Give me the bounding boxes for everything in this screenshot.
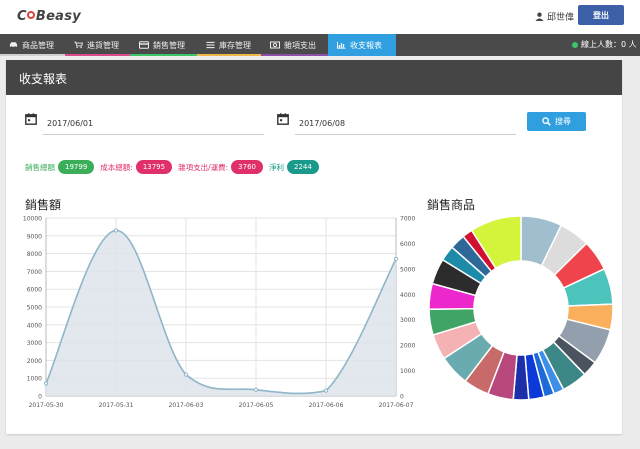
sales-point: [323, 388, 329, 393]
nav-item-sales[interactable]: 銷售管理: [130, 34, 197, 56]
page-title: 收支報表: [6, 60, 622, 95]
x-tick-label: 2017-05-30: [29, 402, 64, 409]
y-tick-label-right: 6000: [400, 241, 415, 248]
nav-item-expenses[interactable]: 雜項支出: [261, 34, 328, 56]
nav-label: 銷售管理: [153, 40, 185, 50]
nav-label: 雜項支出: [284, 40, 316, 50]
stats-bar: 銷售總額 19799 成本總額: 13795 雜項支出/運費: 3760 淨利 …: [25, 160, 325, 174]
total-cost-badge: 13795: [135, 160, 173, 174]
main-nav: 商品管理 進貨管理 銷售管理 庫存管理 雜項支出 收支報表: [0, 34, 640, 56]
sales-point: [43, 381, 49, 386]
card-icon: [139, 41, 149, 49]
products-donut-chart: [428, 215, 614, 401]
sales-point: [113, 228, 119, 233]
sales-area-fill: [46, 230, 396, 396]
y-tick-label-left: 0: [38, 394, 42, 401]
car-icon: [9, 42, 18, 49]
user-menu[interactable]: 邱世偉: [535, 10, 574, 23]
y-tick-label-left: 1000: [27, 376, 42, 383]
nav-label: 商品管理: [22, 40, 54, 50]
y-tick-label-right: 1000: [400, 368, 415, 375]
logout-button[interactable]: 登出: [578, 5, 624, 25]
x-tick-label: 2017-06-06: [309, 402, 344, 409]
y-tick-label-right: 3000: [400, 317, 415, 324]
x-tick-label: 2017-06-07: [379, 402, 414, 409]
search-icon: [542, 117, 551, 126]
x-tick-label: 2017-06-05: [239, 402, 274, 409]
net-profit-label: 淨利: [268, 162, 284, 172]
y-tick-label-right: 7000: [400, 216, 415, 223]
nav-label: 庫存管理: [219, 40, 251, 50]
y-tick-label-right: 4000: [400, 292, 415, 299]
total-sales-badge: 19799: [58, 160, 95, 174]
app-logo[interactable]: C Beasy: [17, 9, 81, 24]
x-tick-label: 2017-06-03: [169, 402, 204, 409]
sales-area-chart: 0 1000 2000 3000 4000 5000 6000 7000 8000 9000 100…: [23, 216, 416, 410]
y-tick-label-left: 5000: [27, 305, 42, 312]
sales-point: [183, 372, 189, 377]
search-button[interactable]: 搜尋: [527, 112, 586, 131]
expenses-badge: 3760: [231, 160, 263, 174]
top-bar: C Beasy 邱世偉 登出: [0, 0, 640, 34]
chart-icon: [337, 41, 346, 49]
y-tick-label-left: 6000: [27, 287, 42, 294]
y-tick-label-left: 8000: [27, 251, 42, 258]
online-count: 線上人數：0 人: [572, 39, 637, 50]
y-tick-label-left: 3000: [27, 340, 42, 347]
online-dot-icon: [572, 41, 578, 48]
sales-point: [253, 387, 259, 392]
y-tick-label-left: 7000: [27, 269, 42, 276]
start-date-input[interactable]: 2017/06/01: [43, 112, 264, 135]
nav-item-products[interactable]: 商品管理: [0, 34, 65, 56]
list-icon: [206, 41, 215, 49]
cart-icon: [74, 41, 83, 49]
nav-label: 進貨管理: [87, 40, 119, 50]
y-tick-label-left: 2000: [27, 358, 42, 365]
total-sales-label: 銷售總額: [25, 162, 55, 172]
nav-label: 收支報表: [350, 40, 382, 50]
money-icon: [270, 41, 280, 49]
sales-point: [393, 256, 399, 262]
user-icon: [535, 12, 544, 21]
expenses-label: 雜項支出/運費:: [178, 162, 229, 172]
nav-item-report[interactable]: 收支報表: [328, 34, 396, 56]
x-tick-label: 2017-05-31: [99, 402, 134, 409]
y-tick-label-left: 10000: [23, 216, 42, 223]
y-tick-label-right: 0: [400, 394, 404, 401]
total-cost-label: 成本總額:: [100, 162, 133, 172]
calendar-icon[interactable]: [277, 113, 289, 125]
y-tick-label-left: 4000: [27, 322, 42, 329]
y-tick-label-right: 5000: [400, 266, 415, 273]
calendar-icon[interactable]: [25, 113, 37, 125]
y-tick-label-left: 9000: [27, 233, 42, 240]
end-date-input[interactable]: 2017/06/08: [295, 112, 516, 135]
nav-item-inventory[interactable]: 庫存管理: [197, 34, 261, 56]
net-profit-badge: 2244: [286, 160, 319, 174]
y-tick-label-right: 2000: [400, 343, 415, 350]
nav-item-purchase[interactable]: 進貨管理: [65, 34, 130, 56]
user-name: 邱世偉: [547, 13, 575, 23]
